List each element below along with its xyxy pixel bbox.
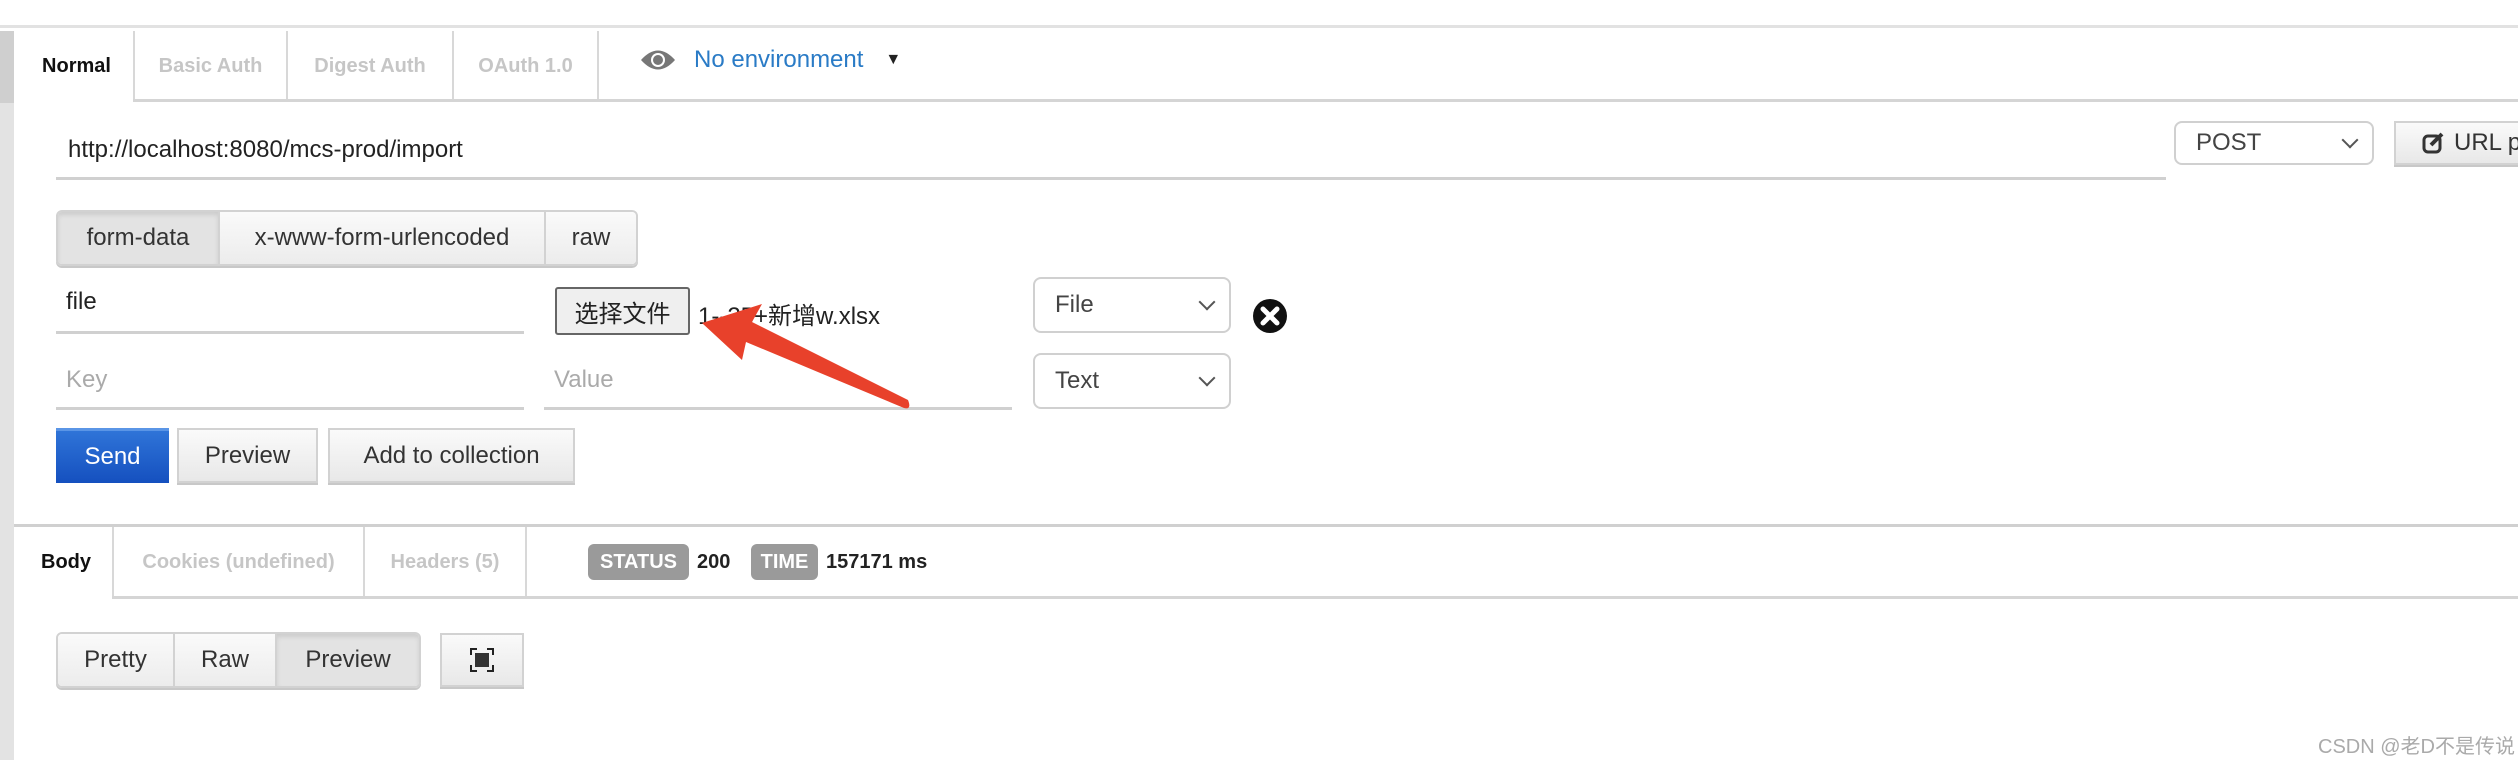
preview-button[interactable]: Preview	[177, 428, 318, 483]
method-value: POST	[2196, 129, 2262, 156]
key-underline	[56, 407, 524, 410]
tab-body[interactable]: Body	[20, 527, 112, 597]
tab-normal[interactable]: Normal	[20, 31, 133, 101]
fullscreen-button[interactable]	[440, 633, 524, 687]
tab-digest-auth[interactable]: Digest Auth	[288, 31, 454, 101]
body-type-selector: form-data x-www-form-urlencoded raw	[56, 210, 638, 266]
annotation-arrow-icon	[702, 304, 910, 409]
row-type-value: File	[1055, 291, 1094, 318]
view-pretty[interactable]: Pretty	[58, 634, 175, 686]
form-key-input[interactable]: file	[66, 288, 97, 316]
time-badge: TIME	[751, 544, 818, 580]
key-underline	[56, 331, 524, 334]
add-to-collection-button[interactable]: Add to collection	[328, 428, 575, 483]
url-params-button[interactable]: URL p	[2394, 121, 2518, 165]
tab-cookies[interactable]: Cookies (undefined)	[112, 527, 365, 597]
view-mode-selector: Pretty Raw Preview	[56, 632, 421, 688]
new-key-input[interactable]: Key	[66, 366, 107, 394]
tab-basic-auth[interactable]: Basic Auth	[133, 31, 288, 101]
row-type-select[interactable]: File	[1033, 277, 1231, 333]
response-tabs-divider	[112, 596, 2518, 599]
edit-icon	[2422, 132, 2444, 154]
left-sidebar-edge	[0, 31, 14, 760]
tab-oauth-1[interactable]: OAuth 1.0	[454, 31, 599, 101]
tabs-divider	[133, 99, 2518, 102]
url-underline	[56, 177, 2166, 180]
status-badge: STATUS	[588, 544, 689, 580]
top-toolbar-strip	[0, 0, 2518, 28]
row-type-select[interactable]: Text	[1033, 353, 1231, 409]
url-params-label: URL p	[2454, 129, 2518, 156]
caret-down-icon: ▼	[885, 51, 902, 68]
tab-headers[interactable]: Headers (5)	[365, 527, 527, 597]
chevron-down-icon	[1198, 293, 1216, 311]
body-type-urlencoded[interactable]: x-www-form-urlencoded	[220, 212, 546, 264]
response-time: 157171 ms	[826, 551, 928, 573]
chevron-down-icon	[2341, 131, 2359, 149]
view-raw[interactable]: Raw	[175, 634, 277, 686]
remove-row-icon[interactable]	[1252, 298, 1288, 334]
row-type-value: Text	[1055, 367, 1100, 394]
method-select[interactable]: POST	[2174, 121, 2374, 165]
environment-selector[interactable]: No environment ▼	[640, 46, 901, 74]
fullscreen-icon	[470, 648, 494, 672]
eye-icon	[641, 50, 675, 70]
body-type-raw[interactable]: raw	[546, 212, 636, 264]
send-button[interactable]: Send	[56, 428, 169, 483]
chevron-down-icon	[1198, 369, 1216, 387]
view-preview[interactable]: Preview	[277, 634, 419, 686]
url-input[interactable]: http://localhost:8080/mcs-prod/import	[68, 136, 463, 164]
choose-file-button[interactable]: 选择文件	[555, 287, 690, 335]
body-type-form-data[interactable]: form-data	[58, 212, 220, 264]
new-value-input[interactable]: Value	[554, 366, 614, 394]
status-code: 200	[697, 551, 731, 573]
watermark: CSDN @老D不是传说	[2318, 736, 2515, 758]
environment-label: No environment	[694, 46, 864, 73]
